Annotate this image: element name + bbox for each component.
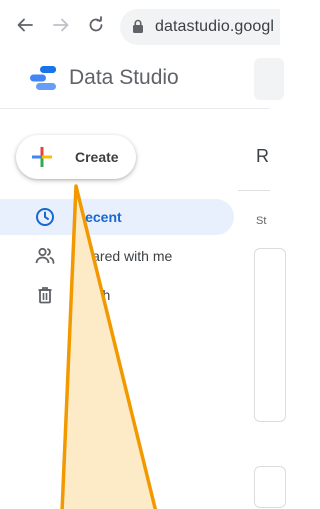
create-button[interactable]: Create	[16, 135, 136, 179]
back-arrow-icon[interactable]	[14, 14, 36, 36]
data-studio-logo[interactable]	[30, 64, 56, 92]
sidebar-item-trash[interactable]: Trash	[0, 277, 234, 313]
sidebar-item-label: Recent	[75, 209, 122, 225]
section-subtitle: St	[256, 215, 267, 227]
sidebar-item-label: Trash	[75, 287, 111, 303]
sidebar-item-label: Shared with me	[75, 248, 173, 264]
lock-icon	[132, 19, 144, 39]
address-bar[interactable]: datastudio.googl	[120, 9, 280, 45]
forward-arrow-icon[interactable]	[50, 14, 72, 36]
reload-icon[interactable]	[85, 14, 107, 36]
app-title: Data Studio	[69, 66, 179, 89]
browser-toolbar: datastudio.googl	[0, 0, 280, 52]
people-icon	[35, 246, 55, 266]
report-card[interactable]	[254, 248, 286, 422]
header-divider	[0, 108, 270, 109]
main-divider	[238, 190, 270, 191]
plus-icon	[32, 147, 52, 167]
sidebar-item-recent[interactable]: Recent	[0, 199, 234, 235]
clock-icon	[35, 207, 55, 227]
trash-icon	[35, 285, 55, 305]
create-button-label: Create	[75, 149, 119, 165]
url-text: datastudio.googl	[155, 18, 275, 35]
page-title: R	[256, 146, 269, 166]
sidebar-item-shared[interactable]: Shared with me	[0, 238, 234, 274]
report-card[interactable]	[254, 466, 286, 508]
header-search-field[interactable]	[254, 58, 284, 100]
